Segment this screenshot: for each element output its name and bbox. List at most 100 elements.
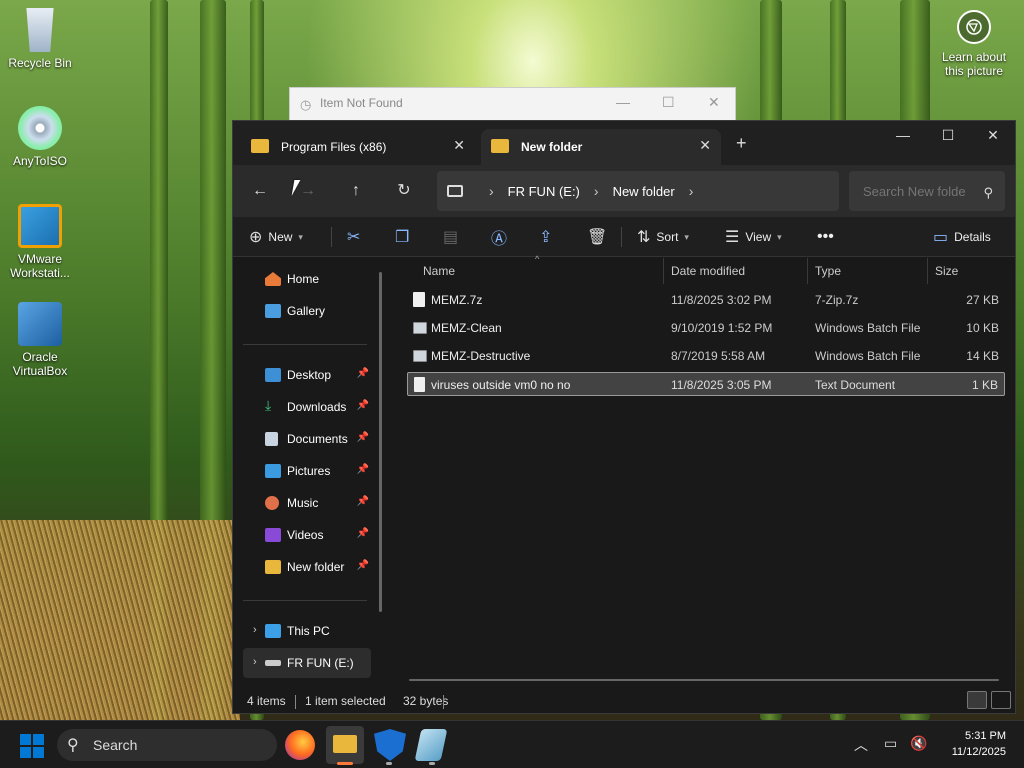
music-icon bbox=[265, 496, 279, 510]
desktop-icon-anytoiso[interactable]: AnyToISO bbox=[2, 106, 78, 168]
table-row[interactable]: MEMZ-Destructive 8/7/2019 5:58 AM Window… bbox=[407, 344, 1005, 368]
minimize-button[interactable]: — bbox=[616, 94, 630, 110]
sort-icon: ⇅ bbox=[637, 229, 651, 246]
camera-icon bbox=[957, 10, 991, 44]
chevron-right-icon[interactable]: › bbox=[253, 656, 257, 668]
file-name: viruses outside vm0 no no bbox=[431, 378, 571, 392]
close-window-button[interactable]: ✕ bbox=[978, 127, 1008, 144]
horizontal-scrollbar[interactable] bbox=[409, 679, 999, 681]
address-bar[interactable]: › FR FUN (E:) › New folder › bbox=[437, 171, 839, 211]
folder-icon bbox=[333, 735, 357, 753]
chevron-right-icon[interactable]: › bbox=[253, 624, 257, 636]
defender-shield-icon[interactable] bbox=[374, 729, 406, 761]
column-type[interactable]: Type bbox=[815, 264, 841, 278]
taskbar-search[interactable]: ⚲ Search bbox=[57, 729, 277, 761]
back-button[interactable]: ← bbox=[247, 179, 273, 203]
more-options-button[interactable]: ••• bbox=[817, 225, 834, 249]
home-icon bbox=[265, 272, 281, 286]
windows-start-icon[interactable] bbox=[20, 734, 44, 758]
pictures-icon bbox=[265, 464, 281, 478]
sidebar-scrollbar[interactable] bbox=[379, 272, 382, 612]
sidebar-item-desktop[interactable]: Desktop 📌 bbox=[243, 360, 371, 390]
copy-button[interactable]: ❐ bbox=[395, 225, 415, 249]
network-icon[interactable]: ▭ bbox=[884, 735, 897, 752]
close-tab-icon[interactable]: ✕ bbox=[699, 137, 711, 154]
search-input[interactable] bbox=[849, 171, 1005, 211]
sidebar-item-new-folder[interactable]: New folder 📌 bbox=[243, 552, 371, 582]
details-view-button[interactable] bbox=[967, 691, 987, 709]
tab-new-folder[interactable]: New folder ✕ bbox=[481, 129, 721, 165]
column-size[interactable]: Size bbox=[935, 264, 958, 278]
column-separator[interactable] bbox=[663, 258, 664, 284]
chevron-up-icon[interactable]: ︿ bbox=[854, 735, 868, 755]
desktop-icon-vmware[interactable]: VMware Workstati... bbox=[2, 204, 78, 280]
maximize-button[interactable]: ☐ bbox=[933, 127, 963, 144]
pin-icon[interactable]: 📌 bbox=[357, 496, 369, 507]
sidebar-item-music[interactable]: Music 📌 bbox=[243, 488, 371, 518]
column-separator[interactable] bbox=[807, 258, 808, 284]
table-row-selected[interactable]: viruses outside vm0 no no 11/8/2025 3:05… bbox=[407, 372, 1005, 396]
desktop-icon bbox=[265, 368, 281, 382]
tab-program-files[interactable]: Program Files (x86) ✕ bbox=[241, 129, 475, 165]
sidebar-item-home[interactable]: Home bbox=[243, 264, 371, 294]
sidebar-label: New folder bbox=[287, 560, 345, 574]
new-tab-button[interactable]: + bbox=[736, 133, 747, 154]
sidebar-label: Videos bbox=[287, 528, 324, 542]
file-explorer-window[interactable]: Program Files (x86) ✕ New folder ✕ + — ☐… bbox=[232, 120, 1016, 714]
maximize-button[interactable]: ☐ bbox=[662, 94, 675, 111]
pin-icon[interactable]: 📌 bbox=[357, 560, 369, 571]
breadcrumb-drive[interactable]: FR FUN (E:) bbox=[508, 184, 580, 199]
column-date[interactable]: Date modified bbox=[671, 264, 745, 278]
pin-icon[interactable]: 📌 bbox=[357, 400, 369, 411]
table-row[interactable]: MEMZ-Clean 9/10/2019 1:52 PM Windows Bat… bbox=[407, 316, 1005, 340]
details-button[interactable]: ▭ Details bbox=[933, 225, 991, 249]
new-button[interactable]: ⊕ New ▾ bbox=[249, 225, 303, 249]
sort-button[interactable]: ⇅ Sort ▾ bbox=[637, 225, 689, 249]
table-row[interactable]: MEMZ.7z 11/8/2025 3:02 PM 7-Zip.7z 27 KB bbox=[407, 288, 1005, 312]
virtualbox-icon bbox=[18, 302, 62, 346]
rename-button[interactable]: Ⓐ bbox=[491, 225, 513, 249]
sidebar-item-documents[interactable]: Documents 📌 bbox=[243, 424, 371, 454]
sidebar-item-drive[interactable]: › FR FUN (E:) bbox=[243, 648, 371, 678]
close-tab-icon[interactable]: ✕ bbox=[453, 137, 465, 154]
drive-icon bbox=[265, 660, 281, 666]
trash-icon: 🗑 bbox=[587, 229, 608, 246]
notepad-icon[interactable] bbox=[414, 729, 448, 761]
volume-muted-icon[interactable]: 🔇 bbox=[910, 735, 927, 752]
desktop-icon-recycle-bin[interactable]: Recycle Bin bbox=[2, 8, 78, 70]
firefox-icon[interactable] bbox=[285, 730, 315, 760]
cut-button[interactable]: ✂ bbox=[347, 225, 366, 249]
sidebar-item-pictures[interactable]: Pictures 📌 bbox=[243, 456, 371, 486]
status-selected: 1 item selected bbox=[305, 694, 386, 708]
breadcrumb-folder[interactable]: New folder bbox=[613, 184, 675, 199]
taskbar-explorer-active[interactable] bbox=[326, 726, 364, 764]
document-icon bbox=[265, 432, 278, 446]
desktop-icon-virtualbox[interactable]: Oracle VirtualBox bbox=[2, 302, 78, 378]
status-item-count: 4 items bbox=[247, 694, 286, 708]
minimize-button[interactable]: — bbox=[888, 127, 918, 143]
sidebar-item-videos[interactable]: Videos 📌 bbox=[243, 520, 371, 550]
up-button[interactable]: ↑ bbox=[343, 179, 369, 203]
paste-button[interactable]: ▤ bbox=[443, 225, 464, 249]
view-button[interactable]: ☰ View ▾ bbox=[725, 225, 782, 249]
column-name[interactable]: Name bbox=[423, 264, 455, 278]
monitor-icon bbox=[265, 624, 281, 638]
close-button[interactable]: ✕ bbox=[708, 94, 720, 111]
share-button[interactable]: ⇪ bbox=[539, 225, 558, 249]
learn-about-picture[interactable]: Learn about this picture bbox=[938, 10, 1010, 78]
chevron-right-icon[interactable]: › bbox=[689, 183, 694, 199]
pin-icon[interactable]: 📌 bbox=[357, 528, 369, 539]
sidebar-item-downloads[interactable]: ⤓ Downloads 📌 bbox=[243, 392, 371, 422]
pin-icon[interactable]: 📌 bbox=[357, 368, 369, 379]
sidebar-item-this-pc[interactable]: › This PC bbox=[243, 616, 371, 646]
file-size: 14 KB bbox=[966, 349, 999, 363]
system-clock[interactable]: 5:31 PM 11/12/2025 bbox=[952, 728, 1006, 760]
refresh-button[interactable]: ↻ bbox=[391, 179, 417, 203]
sidebar-item-gallery[interactable]: Gallery bbox=[243, 296, 371, 326]
tiles-view-button[interactable] bbox=[991, 691, 1011, 709]
column-separator[interactable] bbox=[927, 258, 928, 284]
separator bbox=[621, 227, 622, 247]
delete-button[interactable]: 🗑 bbox=[587, 225, 613, 249]
pin-icon[interactable]: 📌 bbox=[357, 464, 369, 475]
pin-icon[interactable]: 📌 bbox=[357, 432, 369, 443]
